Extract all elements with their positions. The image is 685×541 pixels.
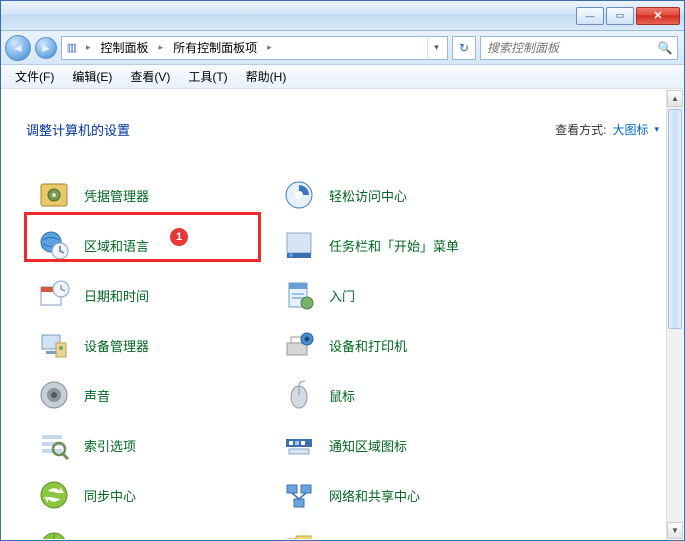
scroll-track[interactable]: [667, 107, 683, 522]
notification-tray-icon: [283, 429, 315, 461]
item-label: 区域和语言: [84, 236, 149, 255]
item-ease-of-access[interactable]: 轻松访问中心: [275, 170, 520, 220]
item-sound[interactable]: 声音: [30, 370, 275, 420]
minimize-button[interactable]: —: [576, 7, 604, 25]
menu-view[interactable]: 查看(V): [122, 66, 178, 87]
item-label: 索引选项: [84, 436, 136, 455]
item-label: 轻松访问中心: [329, 186, 407, 205]
close-button[interactable]: ✕: [636, 7, 680, 25]
safe-icon: [38, 179, 70, 211]
control-panel-icon: ▥: [64, 40, 80, 56]
item-label: 入门: [329, 286, 355, 305]
item-label: 同步中心: [84, 486, 136, 505]
location-icon: [38, 529, 70, 539]
folder-icon: [283, 529, 315, 539]
breadcrumb-all-items[interactable]: 所有控制面板项: [169, 38, 261, 58]
items-grid: 凭据管理器 轻松访问中心 区域和语言 任务栏和「开始」菜单: [2, 166, 667, 539]
breadcrumb-sep-icon[interactable]: ▸: [265, 42, 274, 53]
mouse-icon: [283, 379, 315, 411]
item-indexing-options[interactable]: 索引选项: [30, 420, 275, 470]
search-box[interactable]: 🔍: [480, 36, 678, 60]
item-notification-area[interactable]: 通知区域图标: [275, 420, 520, 470]
magnifier-list-icon: [38, 429, 70, 461]
view-by-label: 查看方式:: [555, 121, 606, 138]
refresh-button[interactable]: ↻: [452, 36, 476, 60]
device-manager-icon: [38, 329, 70, 361]
menu-file[interactable]: 文件(F): [7, 66, 62, 87]
item-label: 设备管理器: [84, 336, 149, 355]
item-region-language[interactable]: 区域和语言: [30, 220, 275, 270]
item-devices-printers[interactable]: 设备和打印机: [275, 320, 520, 370]
scroll-down-button[interactable]: ▼: [667, 522, 683, 539]
item-sync-center[interactable]: 同步中心: [30, 470, 275, 520]
search-input[interactable]: [485, 40, 657, 56]
chevron-down-icon[interactable]: ▾: [654, 124, 659, 135]
item-label: 网络和共享中心: [329, 486, 420, 505]
search-icon[interactable]: 🔍: [657, 41, 673, 55]
item-device-manager[interactable]: 设备管理器: [30, 320, 275, 370]
item-label: 通知区域图标: [329, 436, 407, 455]
item-date-time[interactable]: 日期和时间: [30, 270, 275, 320]
annotation-badge: 1: [170, 228, 188, 246]
item-label: 声音: [84, 386, 110, 405]
item-label: 文件夹选项: [329, 536, 394, 540]
explorer-window: — ▭ ✕ ◄ ► ▥ ▸ 控制面板 ▸ 所有控制面板项 ▸ ▾ ↻ 🔍 文件(…: [0, 0, 685, 541]
back-button[interactable]: ◄: [5, 35, 31, 61]
item-label: 凭据管理器: [84, 186, 149, 205]
item-credential-manager[interactable]: 凭据管理器: [30, 170, 275, 220]
content-area: 调整计算机的设置 查看方式: 大图标 ▾ 凭据管理器 轻松访问中心: [2, 90, 683, 539]
item-label: 任务栏和「开始」菜单: [329, 236, 459, 255]
menu-tools[interactable]: 工具(T): [180, 66, 235, 87]
globe-clock-icon: [38, 229, 70, 261]
item-taskbar-startmenu[interactable]: 任务栏和「开始」菜单: [275, 220, 520, 270]
item-getting-started[interactable]: 入门: [275, 270, 520, 320]
getting-started-icon: [283, 279, 315, 311]
breadcrumb-sep-icon[interactable]: ▸: [157, 42, 166, 53]
item-label: 鼠标: [329, 386, 355, 405]
item-label: 日期和时间: [84, 286, 149, 305]
taskbar-icon: [283, 229, 315, 261]
forward-button[interactable]: ►: [35, 37, 57, 59]
vertical-scrollbar[interactable]: ▲ ▼: [666, 90, 683, 539]
maximize-button[interactable]: ▭: [606, 7, 634, 25]
breadcrumb-sep-icon[interactable]: ▸: [84, 42, 93, 53]
clock-calendar-icon: [38, 279, 70, 311]
ease-of-access-icon: [283, 179, 315, 211]
sync-icon: [38, 479, 70, 511]
titlebar: — ▭ ✕: [1, 1, 684, 31]
page-title: 调整计算机的设置: [26, 120, 130, 139]
item-mouse[interactable]: 鼠标: [275, 370, 520, 420]
item-network-sharing[interactable]: 网络和共享中心: [275, 470, 520, 520]
printer-camera-icon: [283, 329, 315, 361]
address-bar[interactable]: ▥ ▸ 控制面板 ▸ 所有控制面板项 ▸ ▾: [61, 36, 448, 60]
network-icon: [283, 479, 315, 511]
menu-bar: 文件(F) 编辑(E) 查看(V) 工具(T) 帮助(H): [1, 65, 684, 89]
speaker-icon: [38, 379, 70, 411]
item-location-sensors[interactable]: 位置和其他传感器: [30, 520, 275, 539]
scroll-thumb[interactable]: [668, 109, 682, 329]
scroll-up-button[interactable]: ▲: [667, 90, 683, 107]
item-label: 设备和打印机: [329, 336, 407, 355]
navigation-row: ◄ ► ▥ ▸ 控制面板 ▸ 所有控制面板项 ▸ ▾ ↻ 🔍: [1, 31, 684, 65]
item-label: 位置和其他传感器: [84, 536, 188, 540]
menu-edit[interactable]: 编辑(E): [64, 66, 120, 87]
content-header: 调整计算机的设置 查看方式: 大图标 ▾: [2, 90, 683, 151]
view-by-value[interactable]: 大图标: [612, 121, 648, 138]
item-folder-options[interactable]: 文件夹选项: [275, 520, 520, 539]
breadcrumb-control-panel[interactable]: 控制面板: [97, 38, 153, 58]
view-by-group: 查看方式: 大图标 ▾: [555, 121, 659, 138]
address-dropdown-icon[interactable]: ▾: [427, 37, 445, 59]
menu-help[interactable]: 帮助(H): [238, 66, 295, 87]
